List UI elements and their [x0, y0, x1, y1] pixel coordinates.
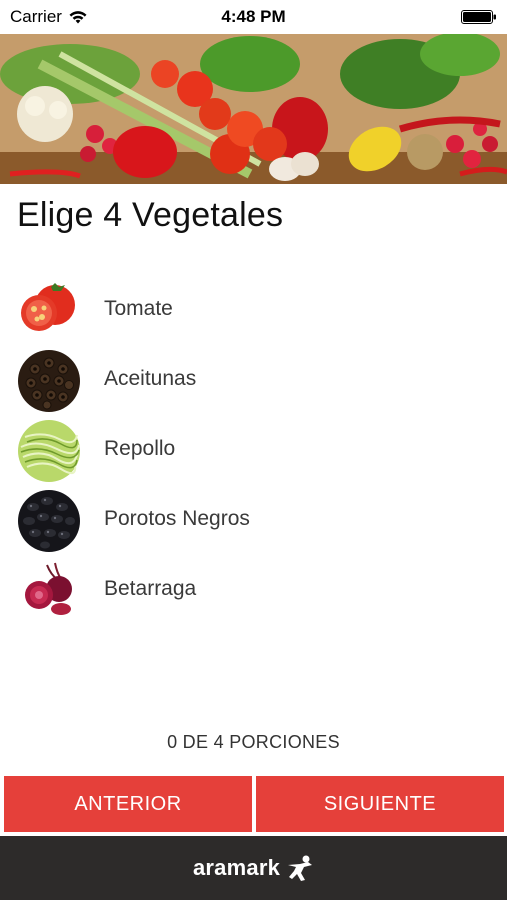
beet-icon	[17, 559, 81, 623]
nav-buttons: ANTERIOR SIGUIENTE	[4, 776, 504, 832]
status-bar: Carrier 4:48 PM	[0, 0, 507, 34]
previous-button[interactable]: ANTERIOR	[4, 776, 252, 832]
list-item-betarraga[interactable]: Betarraga	[0, 554, 507, 624]
next-button[interactable]: SIGUIENTE	[256, 776, 504, 832]
list-item-label: Repollo	[104, 437, 176, 460]
brand-name: aramark	[192, 855, 281, 880]
page-title: Elige 4 Vegetales	[17, 196, 284, 234]
brand-logo: aramark	[193, 853, 314, 883]
vegetables-banner	[0, 34, 507, 184]
list-item-label: Tomate	[104, 297, 173, 320]
list-item-label: Aceitunas	[104, 367, 197, 390]
olives-icon	[17, 349, 81, 413]
black-beans-icon	[17, 489, 81, 553]
vegetable-list: Tomate Aceitunas Repollo Porotos Negros …	[0, 274, 507, 624]
footer: aramark	[0, 836, 507, 900]
list-item-label: Porotos Negros	[104, 507, 250, 530]
star-figure-icon	[288, 855, 313, 881]
status-time: 4:48 PM	[221, 7, 286, 26]
tomato-icon	[17, 279, 81, 343]
list-item-porotos-negros[interactable]: Porotos Negros	[0, 484, 507, 554]
list-item-aceitunas[interactable]: Aceitunas	[0, 344, 507, 414]
portions-counter: 0 DE 4 PORCIONES	[167, 732, 340, 752]
vegetables-banner-illustration	[0, 34, 507, 184]
list-item-label: Betarraga	[104, 577, 197, 600]
cabbage-icon	[17, 419, 81, 483]
list-item-tomate[interactable]: Tomate	[0, 274, 507, 344]
battery-icon	[461, 10, 496, 24]
list-item-repollo[interactable]: Repollo	[0, 414, 507, 484]
